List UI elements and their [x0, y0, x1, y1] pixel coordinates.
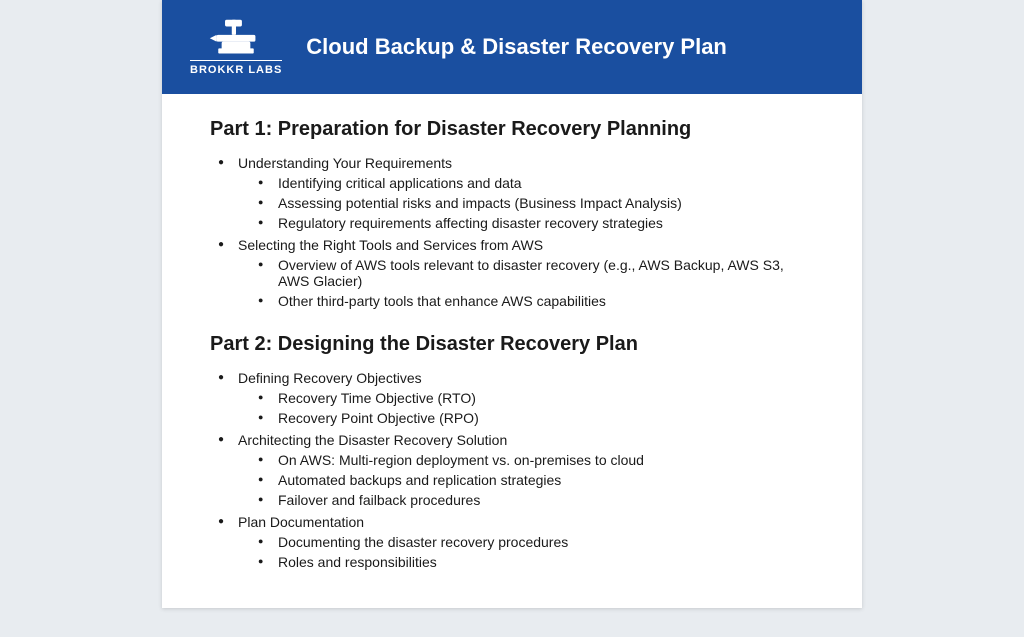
brokkr-logo-icon — [206, 18, 266, 56]
list-item: Regulatory requirements affecting disast… — [258, 215, 814, 231]
list-item: Identifying critical applications and da… — [258, 175, 814, 191]
header: BROKKR LABS Cloud Backup & Disaster Reco… — [162, 0, 862, 94]
list-item: On AWS: Multi-region deployment vs. on-p… — [258, 452, 814, 468]
list-item: Roles and responsibilities — [258, 554, 814, 570]
page-container: BROKKR LABS Cloud Backup & Disaster Reco… — [162, 0, 862, 608]
list-item: Recovery Time Objective (RTO) — [258, 390, 814, 406]
list-item: Selecting the Right Tools and Services f… — [218, 237, 814, 309]
list-item-faded: Plan Documentation Documenting the disas… — [218, 514, 814, 570]
logo-brand: BROKKR LABS — [190, 60, 282, 76]
logo-area: BROKKR LABS — [190, 18, 282, 76]
sub-list: Overview of AWS tools relevant to disast… — [238, 257, 814, 309]
list-item: Assessing potential risks and impacts (B… — [258, 195, 814, 211]
sub-list: On AWS: Multi-region deployment vs. on-p… — [238, 452, 814, 508]
list-item: Recovery Point Objective (RPO) — [258, 410, 814, 426]
sub-list: Identifying critical applications and da… — [238, 175, 814, 231]
list-item: Automated backups and replication strate… — [258, 472, 814, 488]
part1-list: Understanding Your Requirements Identify… — [210, 155, 814, 309]
list-item: Understanding Your Requirements Identify… — [218, 155, 814, 231]
sub-list: Recovery Time Objective (RTO) Recovery P… — [238, 390, 814, 426]
list-item: Overview of AWS tools relevant to disast… — [258, 257, 814, 289]
list-item: Failover and failback procedures — [258, 492, 814, 508]
part1-heading: Part 1: Preparation for Disaster Recover… — [210, 118, 814, 141]
list-item: Architecting the Disaster Recovery Solut… — [218, 432, 814, 508]
header-title: Cloud Backup & Disaster Recovery Plan — [306, 34, 727, 60]
content-area: Part 1: Preparation for Disaster Recover… — [162, 94, 862, 608]
list-item: Documenting the disaster recovery proced… — [258, 534, 814, 550]
list-item: Other third-party tools that enhance AWS… — [258, 293, 814, 309]
list-item: Defining Recovery Objectives Recovery Ti… — [218, 370, 814, 426]
part2-heading: Part 2: Designing the Disaster Recovery … — [210, 333, 814, 356]
sub-list-faded: Documenting the disaster recovery proced… — [238, 534, 814, 570]
part2-list: Defining Recovery Objectives Recovery Ti… — [210, 370, 814, 570]
